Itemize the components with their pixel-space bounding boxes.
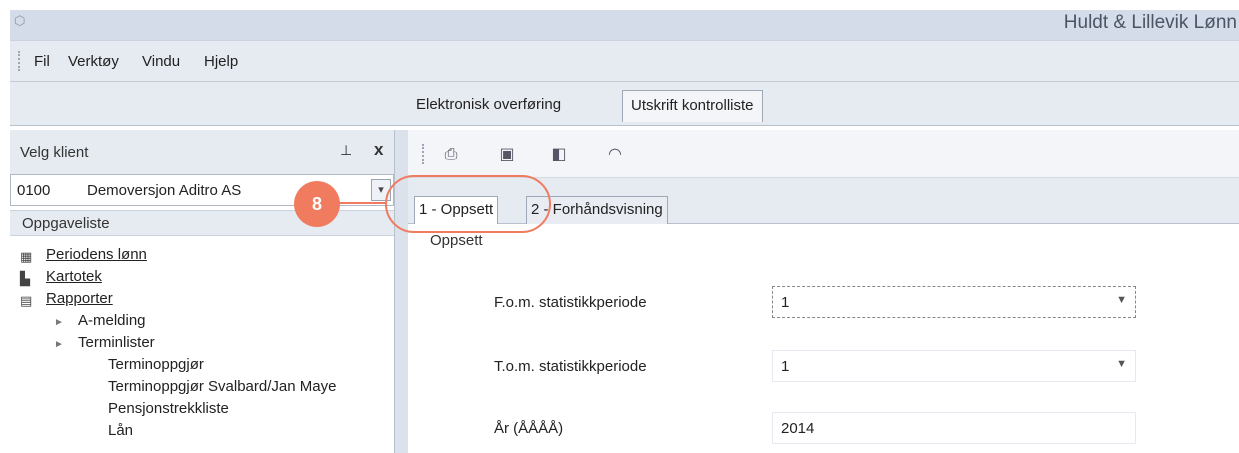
app-icon: ⬡ [14, 13, 26, 28]
chevron-down-icon: ▼ [1116, 294, 1127, 306]
to-period-label: T.o.m. statistikkperiode [494, 358, 647, 375]
menu-vindu[interactable]: Vindu [142, 53, 180, 70]
client-code: 0100 [17, 182, 51, 199]
tab-utskrift-kontrolliste[interactable]: Utskrift kontrolliste [622, 90, 763, 122]
folder-icon: ▙ [20, 271, 30, 286]
year-value: 2014 [781, 420, 815, 437]
report-icon: ▤ [20, 293, 33, 308]
callout-badge: 8 [294, 181, 340, 227]
tree-item-pensjonstrekkliste[interactable]: Pensjonstrekkliste [108, 398, 229, 420]
panel-title: Velg klient [20, 144, 89, 161]
tree-item-terminoppgjor-svalbard[interactable]: Terminoppgjør Svalbard/Jan Maye [108, 376, 336, 398]
expand-arrow-icon[interactable]: ► [54, 334, 68, 356]
chevron-down-icon: ▼ [1116, 358, 1127, 370]
client-panel: Velg klient ⊥ x 0100 Demoversjon Aditro … [10, 130, 404, 453]
callout-connector [340, 202, 386, 204]
toolbar-grip[interactable] [18, 51, 20, 71]
close-icon[interactable]: x [374, 140, 383, 160]
task-list-header: Oppgaveliste [10, 210, 404, 236]
print-icon[interactable]: ⎙ [440, 144, 462, 166]
email-icon[interactable]: ◠ [604, 144, 626, 166]
toolbar-grip[interactable] [422, 144, 424, 164]
tree-item-label: Lån [108, 422, 134, 439]
tree-item-label: Terminlister [78, 334, 155, 351]
window-title: Huldt & Lillevik Lønn [1063, 12, 1237, 33]
tree-item-lan[interactable]: Lån [108, 420, 133, 442]
title-bar: ⬡ Huldt & Lillevik Lønn [10, 10, 1239, 40]
tree-item-label: Kartotek [46, 268, 102, 285]
tree-item-label: Terminoppgjør [108, 356, 204, 373]
tree-item-label: Pensjonstrekkliste [108, 400, 229, 417]
menu-fil[interactable]: Fil [34, 53, 50, 70]
to-period-value: 1 [781, 358, 790, 375]
menu-hjelp[interactable]: Hjelp [204, 53, 238, 70]
tree-item-a-melding[interactable]: ► A-melding [54, 310, 146, 332]
client-name: Demoversjon Aditro AS [87, 182, 242, 199]
tree-item-terminoppgjor[interactable]: Terminoppgjør [108, 354, 204, 376]
section-title: Oppsett [430, 232, 483, 249]
excel-export-icon[interactable]: ▣ [496, 144, 518, 166]
task-list-title: Oppgaveliste [22, 215, 110, 232]
year-input[interactable]: 2014 [772, 412, 1136, 444]
tree-item-label: Terminoppgjør Svalbard/Jan Maye [108, 378, 337, 395]
to-period-select[interactable]: 1 ▼ [772, 350, 1136, 382]
callout-highlight [385, 175, 551, 233]
payroll-icon: ▦ [20, 249, 33, 264]
tree-item-periodens-lonn[interactable]: ▦ Periodens lønn [20, 244, 147, 266]
menu-bar: Fil Verktøy Vindu Hjelp [10, 40, 1239, 82]
tree-item-label: Rapporter [46, 290, 113, 307]
report-toolbar: ⎙ ▣ ◧ ◠ [408, 130, 1239, 178]
export-icon[interactable]: ◧ [548, 144, 570, 166]
menu-verktoy[interactable]: Verktøy [68, 53, 119, 70]
tree-item-label: A-melding [78, 312, 146, 329]
tree-item-terminlister[interactable]: ► Terminlister [54, 332, 155, 354]
from-period-label: F.o.m. statistikkperiode [494, 294, 647, 311]
client-panel-header: Velg klient ⊥ x [10, 130, 404, 174]
task-tree: ▦ Periodens lønn ▙ Kartotek ▤ Rapporter ► A-… [10, 238, 394, 453]
pin-icon[interactable]: ⊥ [340, 142, 352, 159]
from-period-value: 1 [781, 294, 790, 311]
tree-item-label: Periodens lønn [46, 246, 147, 263]
tree-item-kartotek[interactable]: ▙ Kartotek [20, 266, 102, 288]
from-period-select[interactable]: 1 ▼ [772, 286, 1136, 318]
tab-elektronisk-overforing[interactable]: Elektronisk overføring [408, 90, 569, 122]
tree-item-rapporter[interactable]: ▤ Rapporter [20, 288, 113, 310]
document-tabs: Elektronisk overføring Utskrift kontroll… [10, 82, 1239, 126]
year-label: År (ÅÅÅÅ) [494, 420, 564, 437]
expand-arrow-icon[interactable]: ► [54, 312, 68, 334]
